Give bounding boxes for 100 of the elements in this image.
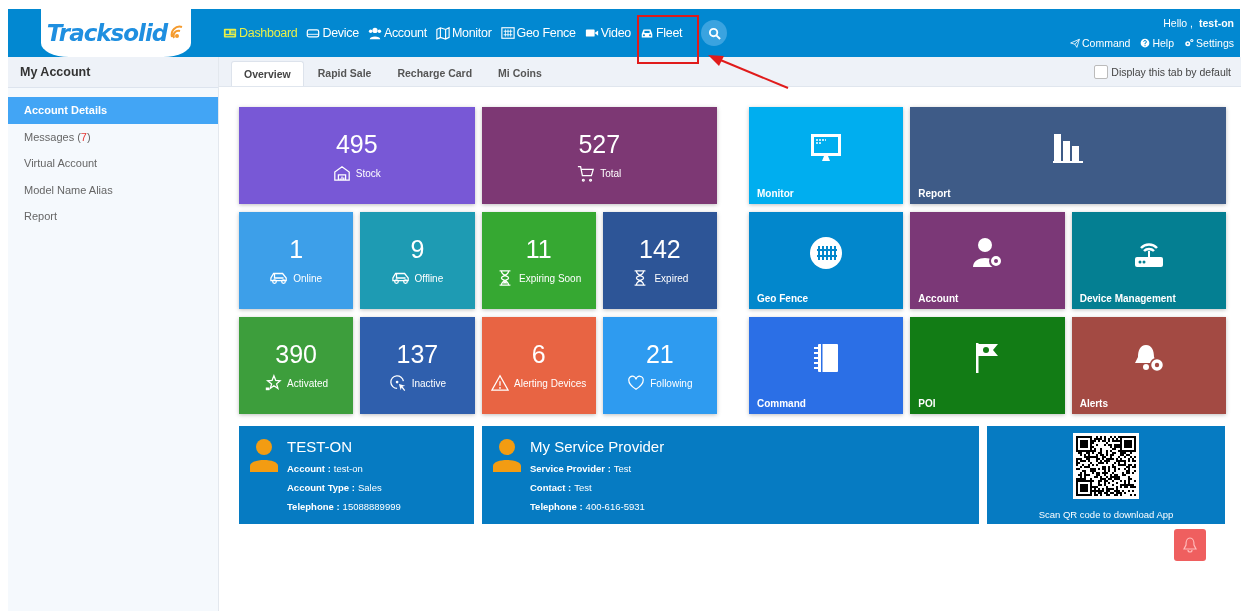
shortcut-label: Account (918, 293, 960, 304)
stat-tile[interactable]: 9 Offline (360, 212, 475, 309)
nav-link[interactable]: Monitor (435, 26, 492, 40)
heart-icon (627, 374, 646, 392)
stat-tile[interactable]: 1 Online (239, 212, 354, 309)
stat-tile[interactable]: 21 Following (602, 317, 717, 414)
stat-tile[interactable]: 495 Stock (239, 107, 475, 204)
shortcut-tile[interactable]: Command (749, 317, 904, 414)
stat-label: Expiring Soon (519, 272, 582, 284)
avatar-icon (249, 438, 279, 472)
stat-label: Total (600, 167, 622, 179)
stat-label: Expired (654, 272, 689, 284)
highlight-box (637, 15, 699, 64)
info-line: Telephone : 400-616-5931 (530, 501, 646, 512)
shortcut-label: Monitor (757, 188, 795, 199)
sidebar-item[interactable]: Model Name Alias (8, 176, 218, 203)
tab[interactable]: Recharge Card (385, 61, 485, 86)
logo[interactable]: Tracksolid (41, 9, 191, 57)
stat-value: 9 (410, 234, 425, 264)
stat-tile[interactable]: 527 Total (481, 107, 717, 204)
stat-label: Following (650, 377, 693, 389)
shortcut-label: POI (918, 398, 937, 409)
alert-button[interactable] (1174, 529, 1206, 561)
star-icon (264, 374, 283, 392)
card-title: TEST-ON (287, 438, 353, 455)
shortcut-tile[interactable]: Account (910, 212, 1065, 309)
shortcut-tile[interactable]: Monitor (749, 107, 904, 204)
sidebar-item[interactable]: Account Details (8, 97, 218, 124)
shortcut-label: Command (757, 398, 807, 409)
gears-icon (1184, 38, 1195, 48)
user-name: test-on (1199, 17, 1234, 29)
pointer-icon (388, 374, 407, 392)
header-link[interactable]: Settings (1184, 37, 1234, 49)
search-button[interactable] (701, 20, 728, 46)
shortcut-tile[interactable]: Device Management (1071, 212, 1226, 309)
card-title: My Service Provider (530, 438, 665, 455)
bar-chart-icon (1052, 132, 1085, 163)
sidebar-item[interactable]: Virtual Account (8, 150, 218, 177)
tab[interactable]: Mi Coins (486, 61, 554, 86)
stat-value: 142 (639, 234, 681, 264)
info-line: Service Provider : Test (530, 463, 633, 474)
avatar-icon (492, 438, 522, 472)
warehouse-icon (332, 164, 351, 182)
drive-icon (306, 26, 321, 40)
stat-value: 390 (275, 339, 317, 369)
nav-link[interactable]: Account (367, 26, 427, 40)
search-icon (707, 26, 721, 40)
fence-icon (809, 235, 844, 270)
notebook-icon (812, 342, 841, 373)
stat-label: Offline (414, 272, 444, 284)
tab[interactable]: Overview (231, 61, 304, 86)
stat-tile[interactable]: 390 Activated (239, 317, 354, 414)
warning-icon (491, 374, 509, 392)
stat-label: Alerting Devices (514, 377, 587, 389)
stat-value: 1 (289, 234, 304, 264)
qr-caption: Scan QR code to download App (1038, 509, 1174, 520)
stat-value: 11 (525, 234, 552, 264)
stat-label: Online (293, 272, 323, 284)
nav-link[interactable]: Fleet (639, 26, 683, 40)
stat-label: Inactive (411, 377, 447, 389)
header-link[interactable]: Help (1140, 37, 1175, 49)
users-icon (367, 26, 382, 40)
bell-icon (1183, 537, 1197, 553)
send-icon (1070, 38, 1080, 48)
map-icon (435, 26, 450, 40)
info-line: Telephone : 15088889999 (287, 501, 401, 512)
fence-icon (500, 26, 515, 40)
stat-value: 495 (335, 129, 378, 159)
shortcut-label: Report (918, 188, 952, 199)
nav-link[interactable]: Geo Fence (500, 26, 576, 40)
monitor-icon (810, 132, 843, 163)
checkbox[interactable] (1094, 64, 1109, 79)
stat-value: 527 (578, 129, 621, 159)
header-link[interactable]: Command (1070, 37, 1131, 49)
nav-link[interactable]: Dashboard (223, 26, 298, 40)
info-line: Contact : Test (530, 482, 593, 493)
shortcut-label: Device Management (1079, 293, 1177, 304)
stat-tile[interactable]: 11 Expiring Soon (481, 212, 596, 309)
shortcut-tile[interactable]: Report (910, 107, 1226, 204)
sidebar-item[interactable]: Report (8, 203, 218, 230)
nav-link[interactable]: Video (584, 26, 631, 40)
stat-tile[interactable]: 6 Alerting Devices (481, 317, 596, 414)
stat-value: 21 (645, 339, 674, 369)
checkbox-label[interactable]: Display this tab by default (1111, 65, 1231, 78)
sidebar-item[interactable]: Messages (7) (8, 123, 218, 150)
nav-link[interactable]: Device (306, 26, 359, 40)
stat-tile[interactable]: 137 Inactive (360, 317, 475, 414)
shortcut-tile[interactable]: POI (910, 317, 1065, 414)
stat-value: 137 (396, 339, 439, 369)
shortcut-label: Alerts (1079, 398, 1109, 409)
tab[interactable]: Rapid Sale (305, 61, 384, 86)
greeting-text: Hello , (1163, 17, 1193, 29)
flag-icon (974, 341, 1001, 374)
shortcut-label: Geo Fence (757, 293, 810, 304)
stat-tile[interactable]: 142 Expired (602, 212, 717, 309)
shortcut-tile[interactable]: Geo Fence (749, 212, 904, 309)
user-gear-icon (971, 236, 1004, 269)
cart-icon (577, 164, 596, 182)
shortcut-tile[interactable]: Alerts (1071, 317, 1226, 414)
qr-code (1073, 433, 1139, 499)
